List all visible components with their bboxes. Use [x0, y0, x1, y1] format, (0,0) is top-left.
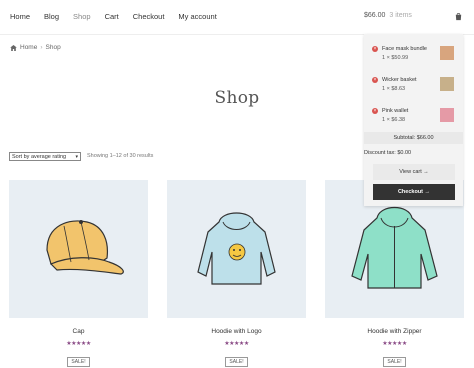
mini-cart-item: × Wicker basket 1 × $8.63: [364, 71, 463, 99]
mini-cart-dropdown: × Face mask bundle 1 × $50.99 × Wicker b…: [364, 34, 463, 206]
mini-cart-item: × Pink wallet 1 × $6.38: [364, 102, 463, 130]
mini-cart-item-qty: 1 × $8.63: [382, 86, 406, 92]
nav-my-account[interactable]: My account: [178, 12, 216, 21]
star-rating: ★★★★★: [382, 341, 407, 347]
mini-cart-item-qty: 1 × $50.99: [382, 55, 409, 61]
product-name[interactable]: Cap: [9, 328, 148, 335]
chevron-down-icon: ▾: [75, 154, 78, 160]
mini-cart-item: × Face mask bundle 1 × $50.99: [364, 40, 463, 68]
shopping-bag-icon[interactable]: [454, 12, 463, 21]
mini-cart-item-name[interactable]: Pink wallet: [382, 108, 408, 114]
item-thumbnail: [440, 46, 454, 60]
view-cart-button[interactable]: View cart →: [373, 164, 455, 180]
remove-item-icon[interactable]: ×: [372, 77, 378, 83]
star-rating: ★★★★★: [224, 341, 249, 347]
mini-cart-tax: Discount tax: $0.00: [364, 150, 412, 156]
product-card: Cap ★★★★★ SALE!: [9, 180, 148, 367]
sale-badge: SALE!: [67, 357, 90, 367]
remove-item-icon[interactable]: ×: [372, 46, 378, 52]
product-name[interactable]: Hoodie with Zipper: [325, 328, 464, 335]
nav-home[interactable]: Home: [10, 12, 30, 21]
header-cart-count: 3 items: [389, 12, 412, 19]
mini-cart-subtotal: Subtotal: $66.00: [364, 132, 463, 144]
product-name[interactable]: Hoodie with Logo: [167, 328, 306, 335]
product-card: Hoodie with Logo ★★★★★ SALE!: [167, 180, 306, 367]
mini-cart-item-name[interactable]: Wicker basket: [382, 77, 417, 83]
header-cart-amount: $66.00: [364, 12, 386, 19]
mini-cart-item-qty: 1 × $6.38: [382, 117, 406, 123]
hoodie-logo-image: [197, 212, 276, 285]
remove-item-icon[interactable]: ×: [372, 108, 378, 114]
nav-blog[interactable]: Blog: [44, 12, 59, 21]
breadcrumb-separator: ›: [40, 44, 43, 51]
item-thumbnail: [440, 108, 454, 122]
item-thumbnail: [440, 77, 454, 91]
result-count: Showing 1–12 of 30 results: [87, 153, 154, 159]
mini-cart-item-name[interactable]: Face mask bundle: [382, 46, 427, 52]
sale-badge: SALE!: [383, 357, 406, 367]
cap-image: [46, 220, 124, 275]
product-image[interactable]: [167, 180, 306, 318]
nav-cart[interactable]: Cart: [105, 12, 119, 21]
breadcrumb: Home › Shop: [10, 44, 61, 51]
breadcrumb-current: Shop: [45, 44, 61, 51]
sale-badge-wrap: SALE!: [325, 350, 464, 368]
header-cart-link[interactable]: $66.00 3 items: [364, 12, 412, 19]
sale-badge-wrap: SALE!: [9, 350, 148, 368]
nav-shop[interactable]: Shop: [73, 12, 91, 21]
breadcrumb-home[interactable]: Home: [20, 44, 37, 51]
star-rating: ★★★★★: [66, 341, 91, 347]
sort-selected-value: Sort by average rating: [12, 153, 67, 160]
checkout-button[interactable]: Checkout →: [373, 184, 455, 200]
home-icon: [10, 44, 17, 51]
nav-checkout[interactable]: Checkout: [133, 12, 165, 21]
sale-badge: SALE!: [225, 357, 248, 367]
product-image[interactable]: [9, 180, 148, 318]
primary-nav: Home Blog Shop Cart Checkout My account: [10, 12, 231, 21]
sale-badge-wrap: SALE!: [167, 350, 306, 368]
sort-select[interactable]: Sort by average rating ▾: [9, 152, 81, 161]
